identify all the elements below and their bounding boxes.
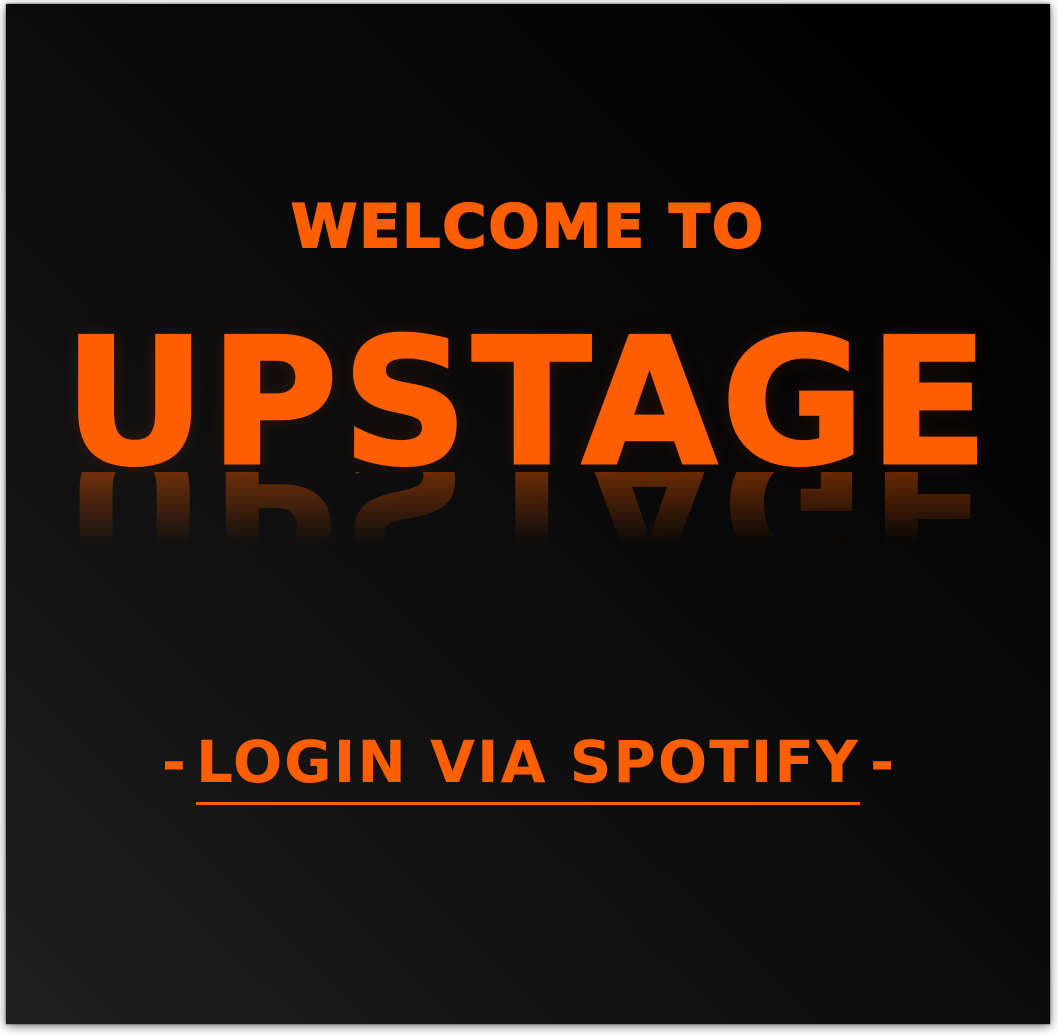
- app-title-reflection-wrap: UPSTAGE: [6, 472, 1050, 592]
- app-title: UPSTAGE: [62, 302, 993, 505]
- welcome-card: Welcome to UPSTAGE UPSTAGE - Login via Sp…: [6, 4, 1050, 1024]
- welcome-kicker: Welcome to: [290, 191, 765, 263]
- login-suffix-dash: -: [870, 728, 895, 796]
- login-row: - Login via Spotify -: [6, 724, 1050, 805]
- app-title-reflection: UPSTAGE: [63, 472, 993, 592]
- app-title-wrap: UPSTAGE: [6, 302, 1050, 505]
- login-prefix-dash: -: [161, 728, 186, 796]
- login-via-spotify-link[interactable]: Login via Spotify: [195, 724, 860, 805]
